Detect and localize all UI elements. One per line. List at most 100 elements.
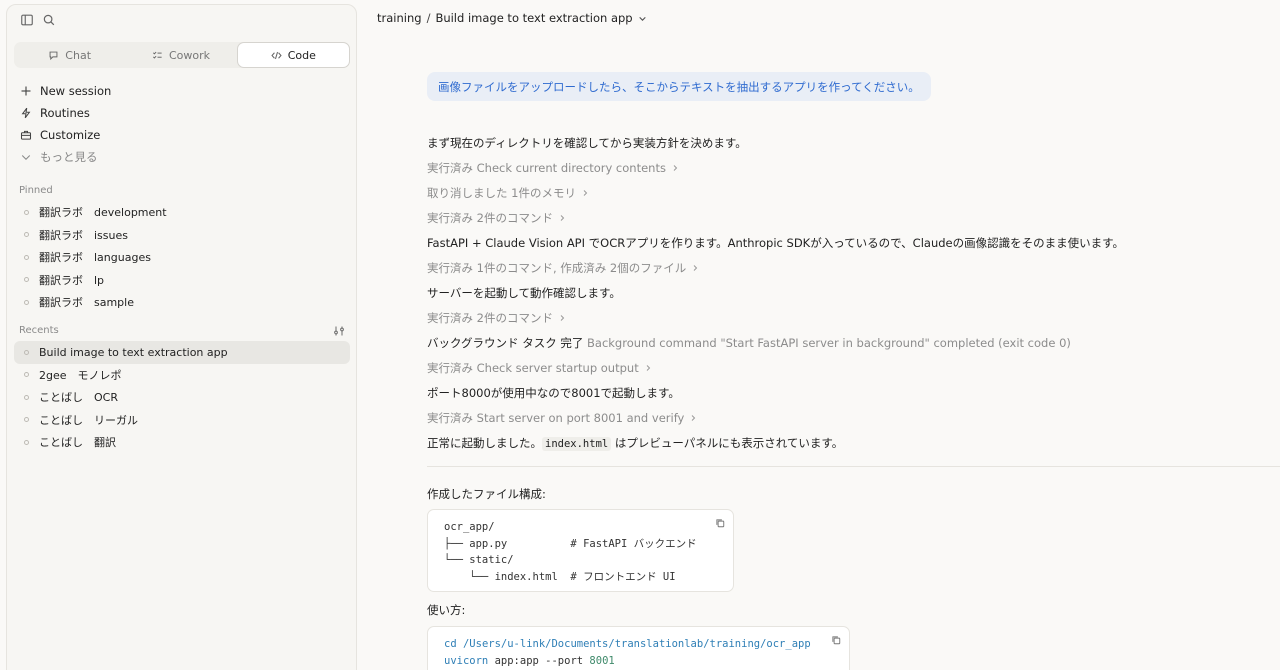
list-item[interactable]: ことばし リーガル: [14, 409, 350, 432]
user-message: 画像ファイルをアップロードしたら、そこからテキストを抽出するアプリを作ってくださ…: [427, 72, 931, 101]
chevron-right-icon: [558, 211, 566, 221]
list-item-label: 翻訳ラボ development: [39, 206, 167, 220]
tool-action-row[interactable]: 実行済み 2件のコマンド: [427, 310, 566, 326]
status-dot: [24, 277, 29, 283]
tool-action-label: 取り消しました 1件のメモリ: [427, 186, 576, 200]
tool-action-row[interactable]: 実行済み Check current directory contents: [427, 160, 679, 176]
status-dot: [24, 439, 29, 445]
assistant-text: ポート8000が使用中なので8001で起動します。: [427, 386, 680, 400]
tool-action-label: 実行済み 1件のコマンド, 作成済み 2個のファイル: [427, 261, 687, 275]
new-session-label: New session: [40, 84, 112, 98]
usage-codeblock: cd /Users/u-link/Documents/translationla…: [427, 626, 850, 670]
assistant-text: FastAPI + Claude Vision API でOCRアプリを作ります…: [427, 236, 1124, 250]
list-item[interactable]: ことばし OCR: [14, 386, 350, 409]
tab-code[interactable]: Code: [236, 42, 350, 68]
list-item[interactable]: Build image to text extraction app: [14, 341, 350, 364]
tree-line: ├── app.py # FastAPI バックエンド: [444, 537, 697, 550]
shell-argument: app:app --port: [488, 654, 590, 667]
mode-tabs: Chat Cowork Code: [14, 42, 350, 68]
background-task-detail: Background command "Start FastAPI server…: [587, 336, 1071, 350]
chevron-right-icon: [558, 311, 566, 321]
list-item-label: ことばし 翻訳: [39, 436, 116, 450]
background-task-label: バックグラウンド タスク 完了: [427, 336, 584, 350]
tab-cowork-label: Cowork: [168, 48, 210, 62]
sidebar-menu: New session Routines Customize もっと見る: [20, 80, 111, 168]
list-item-label: 翻訳ラボ languages: [39, 251, 151, 265]
status-dot: [24, 417, 29, 423]
breadcrumb-separator: /: [426, 11, 431, 25]
tree-line: ocr_app/: [444, 521, 495, 533]
code-icon: [271, 50, 282, 61]
assistant-text: まず現在のディレクトリを確認してから実装方針を決めます。: [427, 136, 747, 150]
tab-chat[interactable]: Chat: [14, 42, 125, 68]
copy-icon[interactable]: [831, 635, 841, 645]
chevron-right-icon: [581, 186, 589, 196]
new-session-button[interactable]: New session: [20, 80, 111, 102]
list-item[interactable]: 翻訳ラボ languages: [14, 246, 350, 269]
sidebar-top-icons: [20, 13, 56, 27]
cowork-icon: [152, 50, 163, 61]
tool-action-row[interactable]: 取り消しました 1件のメモリ: [427, 185, 589, 201]
list-item[interactable]: 翻訳ラボ sample: [14, 291, 350, 314]
text-segment: はプレビューパネルにも表示されています。: [611, 436, 844, 450]
tab-chat-label: Chat: [65, 48, 92, 62]
list-item[interactable]: ことばし 翻訳: [14, 431, 350, 454]
list-item-label: ことばし OCR: [39, 391, 118, 405]
routines-label: Routines: [40, 106, 90, 120]
search-icon[interactable]: [42, 13, 56, 27]
list-item-label: 翻訳ラボ sample: [39, 296, 134, 310]
chevron-right-icon: [691, 261, 699, 271]
tool-action-row[interactable]: 実行済み 2件のコマンド: [427, 210, 566, 226]
list-item[interactable]: 翻訳ラボ issues: [14, 224, 350, 247]
usage-heading: 使い方:: [427, 603, 466, 617]
list-item-label: 翻訳ラボ lp: [39, 273, 105, 287]
status-dot: [24, 394, 29, 400]
routines-button[interactable]: Routines: [20, 102, 111, 124]
list-item[interactable]: 翻訳ラボ lp: [14, 269, 350, 292]
tool-action-row[interactable]: 実行済み Start server on port 8001 and verif…: [427, 410, 697, 426]
tool-action-label: 実行済み Check server startup output: [427, 361, 639, 375]
tree-line: └── index.html # フロントエンド UI: [444, 570, 676, 583]
list-item[interactable]: 2gee モノレポ: [14, 364, 350, 387]
shell-number: 8001: [589, 654, 615, 667]
tab-cowork[interactable]: Cowork: [125, 42, 236, 68]
chevron-down-icon[interactable]: [638, 14, 647, 23]
chevron-down-icon: [20, 151, 32, 163]
breadcrumb-session[interactable]: Build image to text extraction app: [435, 11, 632, 25]
recents-list: Build image to text extraction app 2gee …: [14, 341, 350, 454]
text-segment: 正常に起動しました。: [427, 436, 542, 450]
tool-action-label: 実行済み 2件のコマンド: [427, 311, 553, 325]
divider: [427, 466, 1280, 467]
tool-action-label: 実行済み Start server on port 8001 and verif…: [427, 411, 685, 425]
list-item[interactable]: 翻訳ラボ development: [14, 201, 350, 224]
status-dot: [24, 372, 29, 378]
routines-icon: [20, 107, 32, 119]
more-label: もっと見る: [40, 150, 98, 164]
tree-line: └── static/: [444, 554, 514, 566]
chat-icon: [48, 50, 59, 61]
tab-code-label: Code: [287, 48, 316, 62]
pinned-section-label: Pinned: [19, 185, 53, 196]
chevron-right-icon: [644, 361, 652, 371]
copy-icon[interactable]: [715, 518, 725, 528]
background-task-row: バックグラウンド タスク 完了 Background command "Star…: [427, 335, 1071, 351]
more-button[interactable]: もっと見る: [20, 146, 111, 168]
pinned-list: 翻訳ラボ development 翻訳ラボ issues 翻訳ラボ langua…: [14, 201, 350, 314]
shell-command: cd: [444, 638, 457, 650]
tool-action-label: 実行済み Check current directory contents: [427, 161, 666, 175]
tool-action-row[interactable]: 実行済み Check server startup output: [427, 360, 652, 376]
status-dot: [24, 299, 29, 305]
breadcrumb-project[interactable]: training: [377, 11, 422, 25]
list-item-label: 翻訳ラボ issues: [39, 228, 128, 242]
inline-code: index.html: [542, 437, 612, 451]
status-dot: [24, 209, 29, 215]
tool-action-label: 実行済み 2件のコマンド: [427, 211, 553, 225]
files-heading: 作成したファイル構成:: [427, 487, 546, 501]
customize-button[interactable]: Customize: [20, 124, 111, 146]
sidebar-toggle-icon[interactable]: [20, 13, 34, 27]
filter-icon[interactable]: [333, 325, 345, 337]
sidebar: Chat Cowork Code New session Routines Cu…: [6, 4, 357, 670]
usage-commands: cd /Users/u-link/Documents/translationla…: [444, 636, 833, 669]
customize-label: Customize: [40, 128, 101, 142]
tool-action-row[interactable]: 実行済み 1件のコマンド, 作成済み 2個のファイル: [427, 260, 699, 276]
